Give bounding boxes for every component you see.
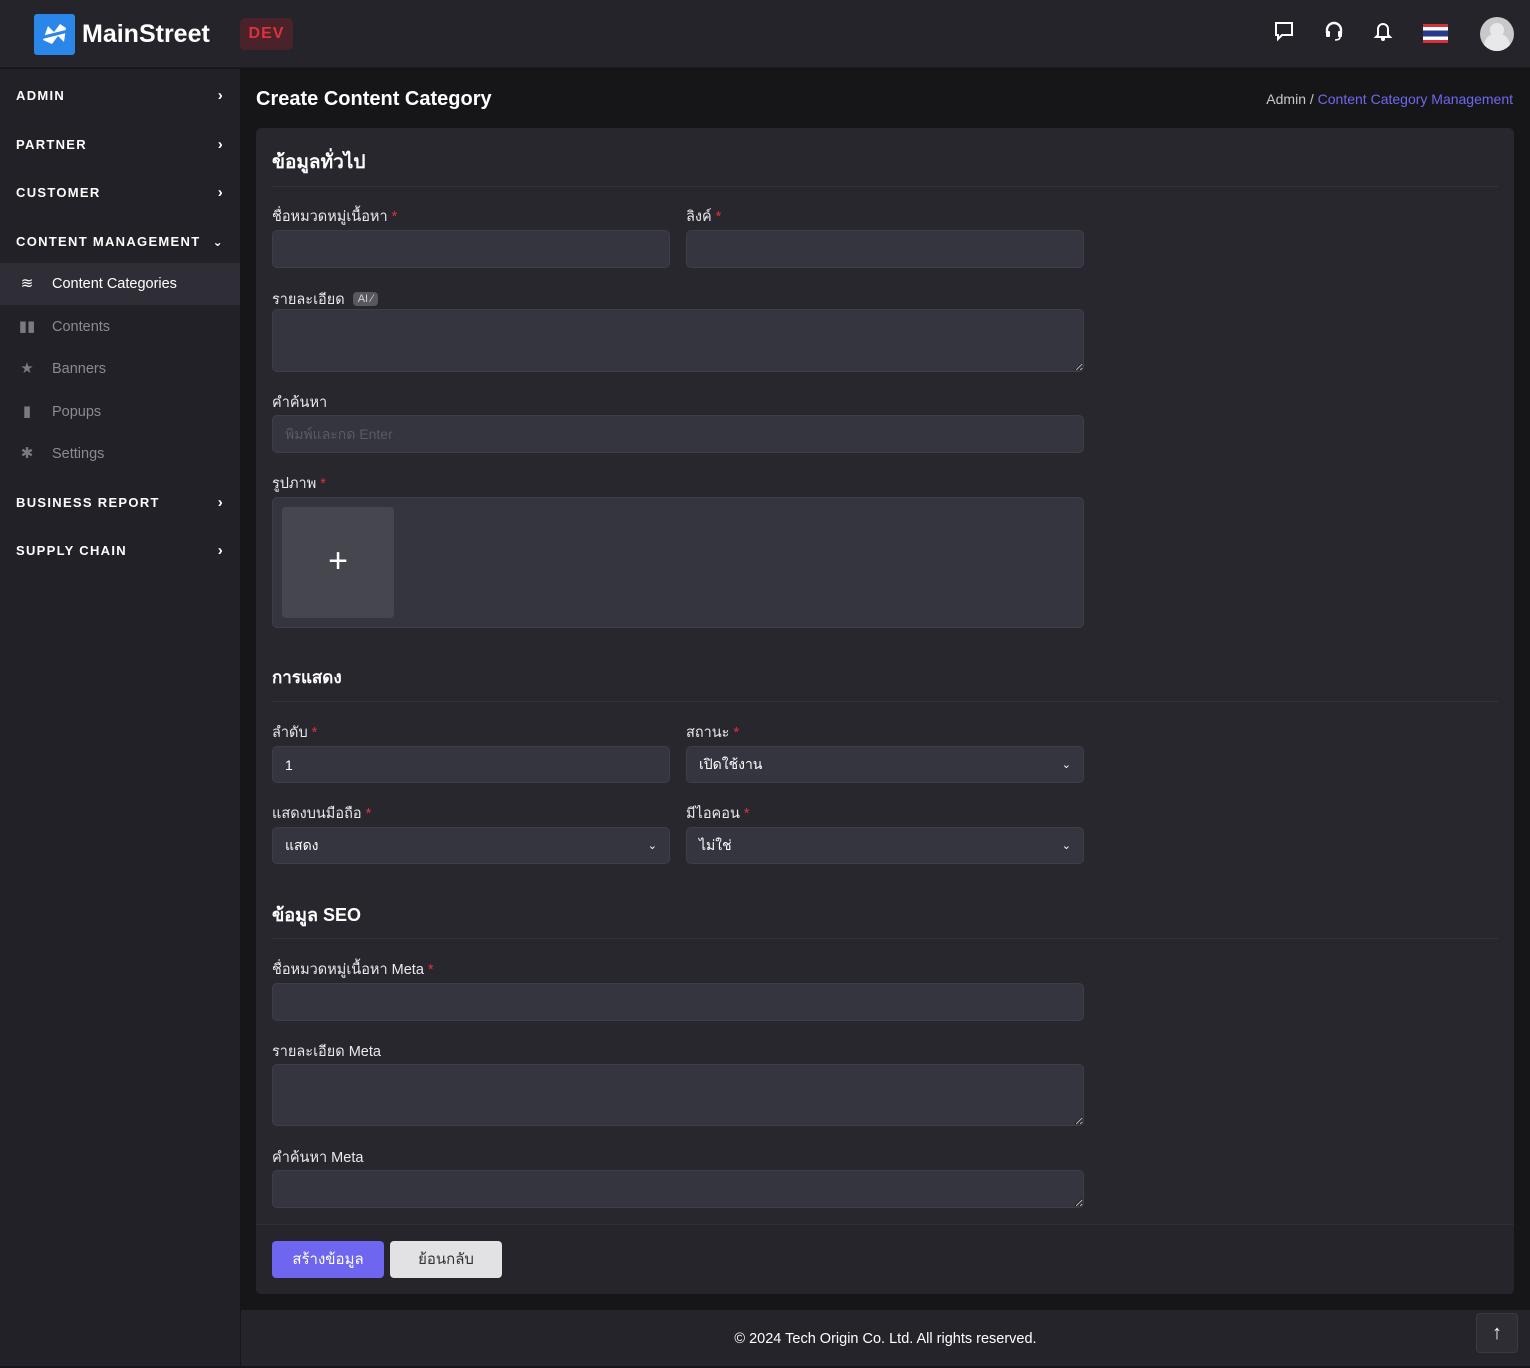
meta-keywords-label: คำค้นหา Meta xyxy=(272,1150,364,1166)
form-card: ข้อมูลทั่วไป ชื่อหมวดหมู่เนื้อหา * ลิงค์ *… xyxy=(256,128,1514,1294)
sidebar-item-label: Content Categories xyxy=(52,276,177,292)
env-badge: DEV xyxy=(240,18,293,50)
chevron-right-icon: › xyxy=(217,136,224,153)
chevron-down-icon: ⌄ xyxy=(647,840,657,852)
mobile-display-select[interactable]: แสดง ⌄ xyxy=(272,827,670,864)
mobile-label: แสดงบนมือถือ * xyxy=(272,806,372,822)
sidebar-item-label: Settings xyxy=(52,446,105,462)
section-heading-seo: ข้อมูล SEO xyxy=(272,905,362,925)
order-label: ลำดับ * xyxy=(272,725,318,741)
section-label: CONTENT MANAGEMENT xyxy=(16,234,201,249)
copyright-text: © 2024 Tech Origin Co. Ltd. All rights r… xyxy=(734,1331,1037,1347)
description-label: รายละเอียด AI ⁄ xyxy=(272,288,378,311)
sidebar-item-banners[interactable]: ★ Banners xyxy=(0,348,240,390)
breadcrumb-separator: / xyxy=(1309,91,1314,107)
sidebar-section-partner[interactable]: PARTNER › xyxy=(0,125,240,165)
keywords-input[interactable] xyxy=(272,415,1084,453)
sidebar-item-content-categories[interactable]: ≋ Content Categories xyxy=(0,263,240,305)
footer: © 2024 Tech Origin Co. Ltd. All rights r… xyxy=(241,1310,1530,1366)
sidebar-item-label: Contents xyxy=(52,319,111,335)
scroll-to-top-button[interactable]: ↑ xyxy=(1476,1313,1518,1353)
image-label: รูปภาพ * xyxy=(272,476,326,492)
status-select[interactable]: เปิดใช้งาน ⌄ xyxy=(686,746,1084,783)
chat-icon[interactable] xyxy=(1271,20,1297,46)
sidebar-item-contents[interactable]: ▮▮ Contents xyxy=(0,306,240,348)
meta-description-textarea[interactable] xyxy=(272,1064,1084,1126)
section-label: SUPPLY CHAIN xyxy=(16,543,127,558)
bell-icon[interactable] xyxy=(1370,20,1396,46)
divider xyxy=(272,701,1498,702)
add-image-button[interactable]: + xyxy=(282,507,394,618)
category-name-input[interactable] xyxy=(272,230,670,268)
layers-icon: ≋ xyxy=(20,275,34,292)
brand-logo-icon[interactable] xyxy=(34,14,75,55)
section-heading-general: ข้อมูลทั่วไป xyxy=(272,152,366,173)
chevron-down-icon: ⌄ xyxy=(212,235,224,249)
link-input[interactable] xyxy=(686,230,1084,268)
chevron-right-icon: › xyxy=(217,494,224,511)
sidebar-section-supply-chain[interactable]: SUPPLY CHAIN › xyxy=(0,531,240,571)
avatar[interactable] xyxy=(1480,17,1514,51)
sidebar-item-popups[interactable]: ▮ Popups xyxy=(0,391,240,433)
divider xyxy=(272,186,1498,187)
section-label: PARTNER xyxy=(16,137,87,152)
top-header: MainStreet DEV xyxy=(0,0,1530,68)
sidebar-item-label: Banners xyxy=(52,361,107,377)
status-value: เปิดใช้งาน xyxy=(699,755,763,772)
link-label: ลิงค์ * xyxy=(686,209,722,225)
sidebar-item-label: Popups xyxy=(52,404,102,420)
breadcrumb: Admin / Content Category Management xyxy=(1266,91,1513,107)
order-input[interactable]: 1 xyxy=(272,746,670,783)
ai-generate-button[interactable]: AI ⁄ xyxy=(352,292,378,306)
breadcrumb-current[interactable]: Content Category Management xyxy=(1318,91,1513,107)
chevron-right-icon: › xyxy=(217,87,224,104)
page-title: Create Content Category xyxy=(256,88,492,110)
name-label: ชื่อหมวดหมู่เนื้อหา * xyxy=(272,209,398,225)
section-label: BUSINESS REPORT xyxy=(16,495,160,510)
image-upload-area: + xyxy=(272,497,1084,628)
brand-name[interactable]: MainStreet xyxy=(82,20,210,49)
chevron-down-icon: ⌄ xyxy=(1061,840,1071,852)
has-icon-select[interactable]: ไม่ใช่ ⌄ xyxy=(686,827,1084,864)
chevron-down-icon: ⌄ xyxy=(1061,759,1071,771)
mobile-value: แสดง xyxy=(285,836,319,853)
sidebar-section-content-management[interactable]: CONTENT MANAGEMENT ⌄ xyxy=(0,222,240,262)
star-icon: ★ xyxy=(20,360,34,377)
create-button[interactable]: สร้างข้อมูล xyxy=(272,1241,384,1278)
gear-icon: ✱ xyxy=(20,445,34,462)
has-icon-label: มีไอคอน * xyxy=(686,806,750,822)
meta-name-label: ชื่อหมวดหมู่เนื้อหา Meta * xyxy=(272,962,434,978)
divider xyxy=(272,938,1498,939)
breadcrumb-root[interactable]: Admin xyxy=(1266,91,1306,107)
book-icon: ▮▮ xyxy=(18,318,36,335)
description-textarea[interactable] xyxy=(272,309,1084,372)
meta-keywords-textarea[interactable] xyxy=(272,1170,1084,1208)
sidebar: ADMIN › PARTNER › CUSTOMER › CONTENT MANAGE… xyxy=(0,69,240,1366)
sidebar-section-business-report[interactable]: BUSINESS REPORT › xyxy=(0,483,240,523)
sidebar-section-admin[interactable]: ADMIN › xyxy=(0,76,240,116)
has-icon-value: ไม่ใช่ xyxy=(699,836,732,853)
back-button[interactable]: ย้อนกลับ xyxy=(390,1241,502,1278)
meta-name-input[interactable] xyxy=(272,983,1084,1021)
section-label: CUSTOMER xyxy=(16,185,101,200)
status-label: สถานะ * xyxy=(686,725,740,741)
sidebar-item-settings[interactable]: ✱ Settings xyxy=(0,433,240,475)
clipboard-icon: ▮ xyxy=(22,403,32,420)
thai-flag-icon[interactable] xyxy=(1423,24,1448,43)
meta-description-label: รายละเอียด Meta xyxy=(272,1044,381,1060)
headset-icon[interactable] xyxy=(1321,20,1347,46)
sidebar-section-customer[interactable]: CUSTOMER › xyxy=(0,173,240,213)
form-actions: สร้างข้อมูล ย้อนกลับ xyxy=(256,1224,1514,1294)
section-heading-display: การแสดง xyxy=(272,668,342,687)
section-label: ADMIN xyxy=(16,88,66,103)
keywords-label: คำค้นหา xyxy=(272,395,328,411)
chevron-right-icon: › xyxy=(217,542,224,559)
chevron-right-icon: › xyxy=(217,184,224,201)
